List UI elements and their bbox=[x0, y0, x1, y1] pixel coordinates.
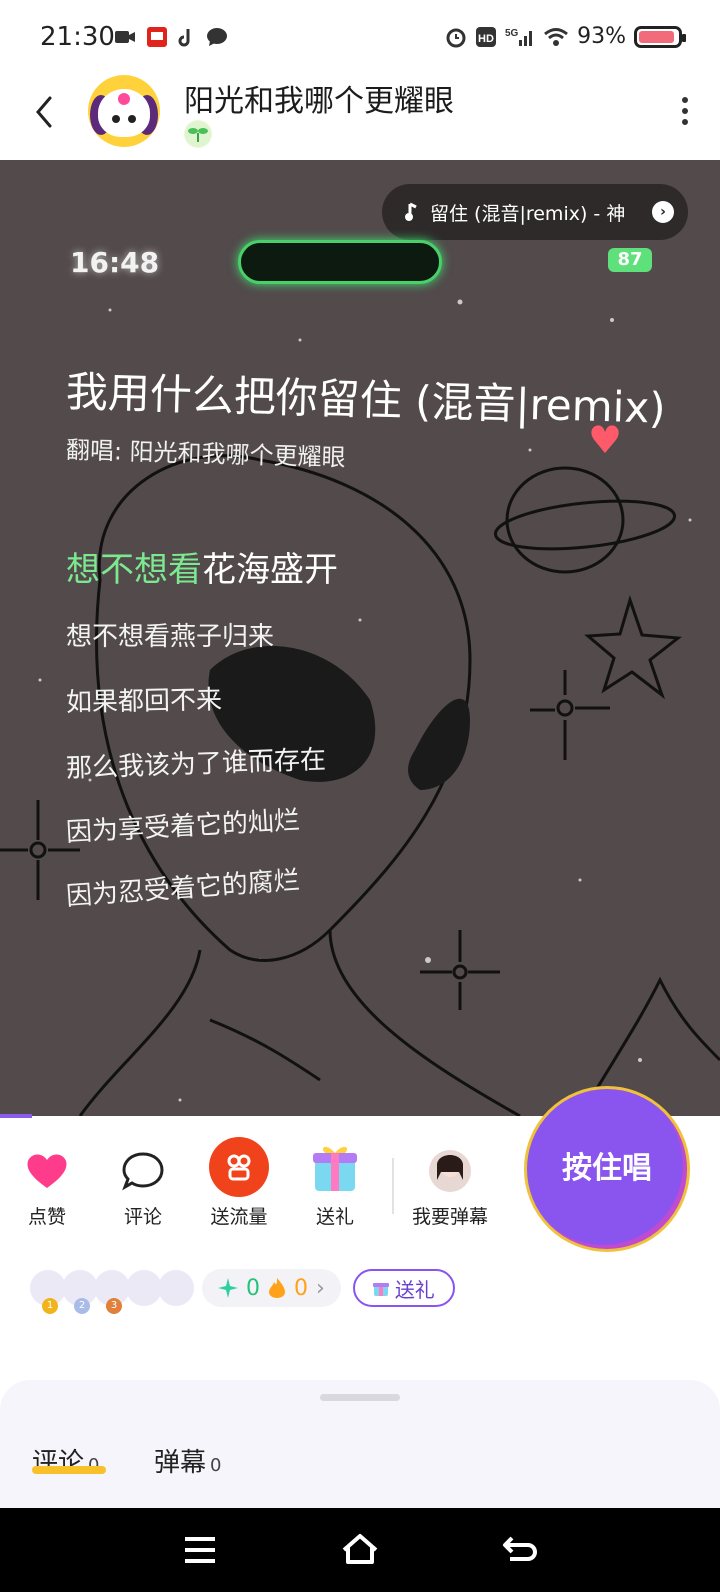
svg-text:5G: 5G bbox=[505, 28, 519, 39]
boost-label: 送流量 bbox=[210, 1206, 268, 1228]
lyric-line: 想不想看燕子归来 bbox=[66, 622, 275, 652]
fire-icon bbox=[269, 1278, 285, 1298]
status-right: HD 5G 93% bbox=[445, 24, 686, 49]
menu-icon[interactable] bbox=[183, 1536, 217, 1564]
video-player[interactable]: 留住 (混音|remix) - 神 › 16:48 87 我用什么把你留住 (混… bbox=[0, 160, 720, 1116]
like-button[interactable]: 点赞 bbox=[2, 1148, 92, 1229]
fire-count: 0 bbox=[294, 1275, 308, 1301]
5g-signal-icon: 5G bbox=[505, 28, 533, 46]
gift-small-icon bbox=[372, 1283, 389, 1296]
sheet-handle[interactable] bbox=[320, 1394, 400, 1401]
sparkle-count: 0 bbox=[246, 1275, 260, 1301]
music-note-icon bbox=[405, 202, 417, 221]
page-title: 阳光和我哪个更耀眼 bbox=[184, 84, 454, 119]
hd-icon: HD bbox=[476, 26, 497, 47]
rank-badge: 2 bbox=[74, 1298, 90, 1314]
fan-seat-icon: 2 bbox=[62, 1270, 98, 1314]
like-label: 点赞 bbox=[27, 1206, 66, 1228]
music-pill[interactable]: 留住 (混音|remix) - 神 › bbox=[382, 184, 688, 240]
sprout-badge-icon bbox=[184, 120, 212, 148]
home-icon[interactable] bbox=[340, 1532, 380, 1566]
alarm-icon bbox=[446, 28, 466, 47]
header: 阳光和我哪个更耀眼 bbox=[0, 70, 720, 160]
sparkle-icon bbox=[218, 1278, 238, 1298]
stats-row: 1 2 3 0 0 › 送礼 bbox=[30, 1268, 455, 1314]
avatar[interactable] bbox=[88, 75, 160, 147]
embedded-phone-time: 16:48 bbox=[70, 246, 160, 279]
status-bar: 21:30 HD 5G 93% bbox=[0, 0, 720, 78]
tab-danmaku-count: 0 bbox=[210, 1455, 222, 1476]
comment-button[interactable]: 评论 bbox=[98, 1148, 188, 1229]
send-gift-label: 送礼 bbox=[394, 1277, 435, 1302]
app-badge-icon bbox=[147, 27, 167, 47]
boost-icon bbox=[209, 1137, 269, 1197]
battery-level bbox=[639, 30, 675, 43]
comment-icon bbox=[122, 1152, 164, 1191]
video-icon bbox=[115, 31, 135, 43]
message-icon bbox=[207, 28, 227, 46]
boost-button[interactable]: 送流量 bbox=[194, 1137, 284, 1229]
fan-seat-icon: 3 bbox=[94, 1270, 130, 1314]
music-pill-text: 留住 (混音|remix) - 神 bbox=[430, 202, 626, 225]
battery-icon bbox=[634, 25, 686, 48]
fan-seat-icon bbox=[158, 1270, 194, 1306]
embedded-phone-battery: 87 bbox=[608, 248, 652, 272]
rank-badge: 3 bbox=[106, 1298, 122, 1314]
current-lyric: 想不想看花海盛开 bbox=[66, 542, 338, 591]
status-time: 21:30 bbox=[40, 22, 115, 52]
tab-danmaku-label: 弹幕 bbox=[154, 1448, 207, 1478]
notification-icons bbox=[114, 26, 228, 48]
danmaku-label: 我要弹幕 bbox=[411, 1206, 488, 1228]
tab-active-indicator bbox=[32, 1466, 106, 1474]
fan-seat-icon bbox=[126, 1270, 162, 1306]
rank-badge: 1 bbox=[42, 1298, 58, 1314]
lyric-line: 如果都回不来 bbox=[65, 685, 223, 718]
gift-label: 送礼 bbox=[315, 1206, 354, 1228]
tab-danmaku[interactable]: 弹幕 0 bbox=[154, 1442, 221, 1479]
action-divider bbox=[392, 1158, 394, 1214]
wifi-icon bbox=[544, 27, 569, 46]
more-options-icon[interactable] bbox=[680, 96, 690, 126]
fan-seat-icon: 1 bbox=[30, 1270, 66, 1314]
current-lyric-rest: 花海盛开 bbox=[202, 550, 338, 590]
user-avatar-icon bbox=[429, 1150, 471, 1192]
gift-button[interactable]: 送礼 bbox=[290, 1146, 380, 1229]
comments-sheet: 评论0 弹幕0 bbox=[0, 1380, 720, 1508]
back-nav-icon[interactable] bbox=[502, 1534, 538, 1566]
tiktok-icon bbox=[178, 29, 190, 47]
stats-pill[interactable]: 0 0 › bbox=[202, 1269, 341, 1307]
comment-label: 评论 bbox=[123, 1206, 162, 1228]
system-nav-bar bbox=[0, 1508, 720, 1592]
gift-icon bbox=[313, 1146, 357, 1191]
chevron-right-icon: › bbox=[652, 201, 674, 223]
svg-text:HD: HD bbox=[478, 33, 494, 45]
danmaku-button[interactable]: 我要弹幕 bbox=[404, 1148, 496, 1229]
hold-to-sing-button[interactable]: 按住唱 bbox=[524, 1086, 690, 1252]
top-fans[interactable]: 1 2 3 bbox=[30, 1270, 194, 1314]
heart-sticker-icon: ♥ bbox=[588, 418, 623, 462]
embedded-dynamic-island bbox=[238, 240, 442, 284]
heart-icon bbox=[27, 1154, 67, 1188]
chevron-right-icon: › bbox=[316, 1275, 325, 1301]
current-lyric-sung: 想不想看 bbox=[66, 550, 202, 590]
send-gift-pill[interactable]: 送礼 bbox=[352, 1269, 455, 1307]
battery-percent: 93% bbox=[577, 24, 626, 49]
back-icon[interactable] bbox=[30, 92, 60, 132]
